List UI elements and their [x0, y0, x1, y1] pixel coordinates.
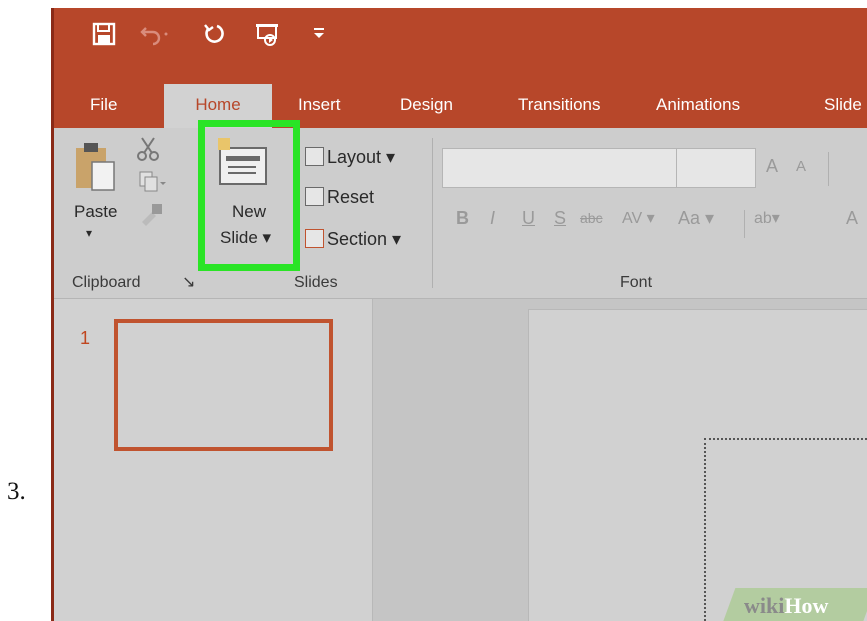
clipboard-group-label: Clipboard [72, 274, 141, 291]
underline-button[interactable]: U [522, 208, 535, 229]
group-separator [432, 138, 433, 288]
cut-icon[interactable] [136, 136, 160, 167]
slide-thumbnail[interactable] [114, 319, 333, 451]
paste-dropdown-arrow[interactable]: ▾ [86, 226, 92, 240]
font-name-combobox[interactable] [442, 148, 678, 188]
watermark-part1: wiki [744, 593, 785, 618]
title-bar [54, 8, 867, 84]
tab-animations[interactable]: Animations [652, 84, 744, 128]
save-icon[interactable] [92, 22, 116, 52]
reset-button[interactable]: Reset [305, 184, 374, 210]
font-color-button[interactable]: A [846, 208, 858, 229]
reset-label: Reset [327, 187, 375, 207]
watermark-part2: How [784, 593, 829, 618]
ribbon-home: Paste ▾ Clipboard ↘ New Slide ▾ Layout ▾… [54, 128, 867, 299]
font-size-combobox[interactable] [676, 148, 756, 188]
tab-insert[interactable]: Insert [294, 84, 345, 128]
font-group-label: Font [620, 274, 653, 291]
font-separator [828, 152, 829, 186]
bold-button[interactable]: B [456, 208, 469, 229]
shrink-font-button[interactable]: A [796, 158, 806, 175]
new-slide-highlight [198, 120, 300, 271]
watermark-logo: wikiHow [744, 593, 828, 619]
redo-icon[interactable] [202, 22, 226, 52]
grow-font-button[interactable]: A [766, 156, 778, 177]
section-button[interactable]: Section ▾ [305, 226, 401, 252]
tab-design[interactable]: Design [396, 84, 457, 128]
section-icon [305, 229, 324, 248]
powerpoint-window: File Home Insert Design Transitions Anim… [54, 8, 867, 621]
layout-button[interactable]: Layout ▾ [305, 144, 395, 170]
clipboard-launcher-icon[interactable]: ↘ [182, 272, 195, 292]
slides-group-label: Slides [294, 274, 338, 291]
tab-slide-show[interactable]: Slide [820, 84, 866, 128]
tab-transitions[interactable]: Transitions [514, 84, 605, 128]
start-from-beginning-icon[interactable] [254, 22, 282, 54]
undo-icon[interactable] [140, 22, 174, 52]
font-separator-2 [744, 210, 745, 238]
copy-icon[interactable] [138, 170, 168, 199]
highlight-color-button[interactable]: ab▾ [754, 208, 780, 228]
paste-button[interactable]: Paste [74, 202, 117, 222]
character-spacing-button[interactable]: AV ▾ [622, 208, 655, 228]
layout-icon [305, 147, 324, 166]
italic-button[interactable]: I [490, 208, 495, 229]
shadow-button[interactable]: S [554, 208, 566, 229]
section-label: Section ▾ [327, 229, 402, 249]
customize-qat-icon[interactable] [312, 22, 326, 51]
tab-file[interactable]: File [86, 84, 121, 128]
change-case-button[interactable]: Aa ▾ [678, 208, 714, 229]
reset-icon [305, 187, 324, 206]
ribbon-tabs: File Home Insert Design Transitions Anim… [54, 84, 867, 128]
paste-icon[interactable] [74, 140, 118, 203]
format-painter-icon[interactable] [138, 200, 164, 231]
slide-number: 1 [80, 328, 91, 348]
step-number: 3. [7, 478, 26, 505]
strikethrough-button[interactable]: abc [580, 210, 603, 226]
layout-label: Layout ▾ [327, 147, 396, 167]
